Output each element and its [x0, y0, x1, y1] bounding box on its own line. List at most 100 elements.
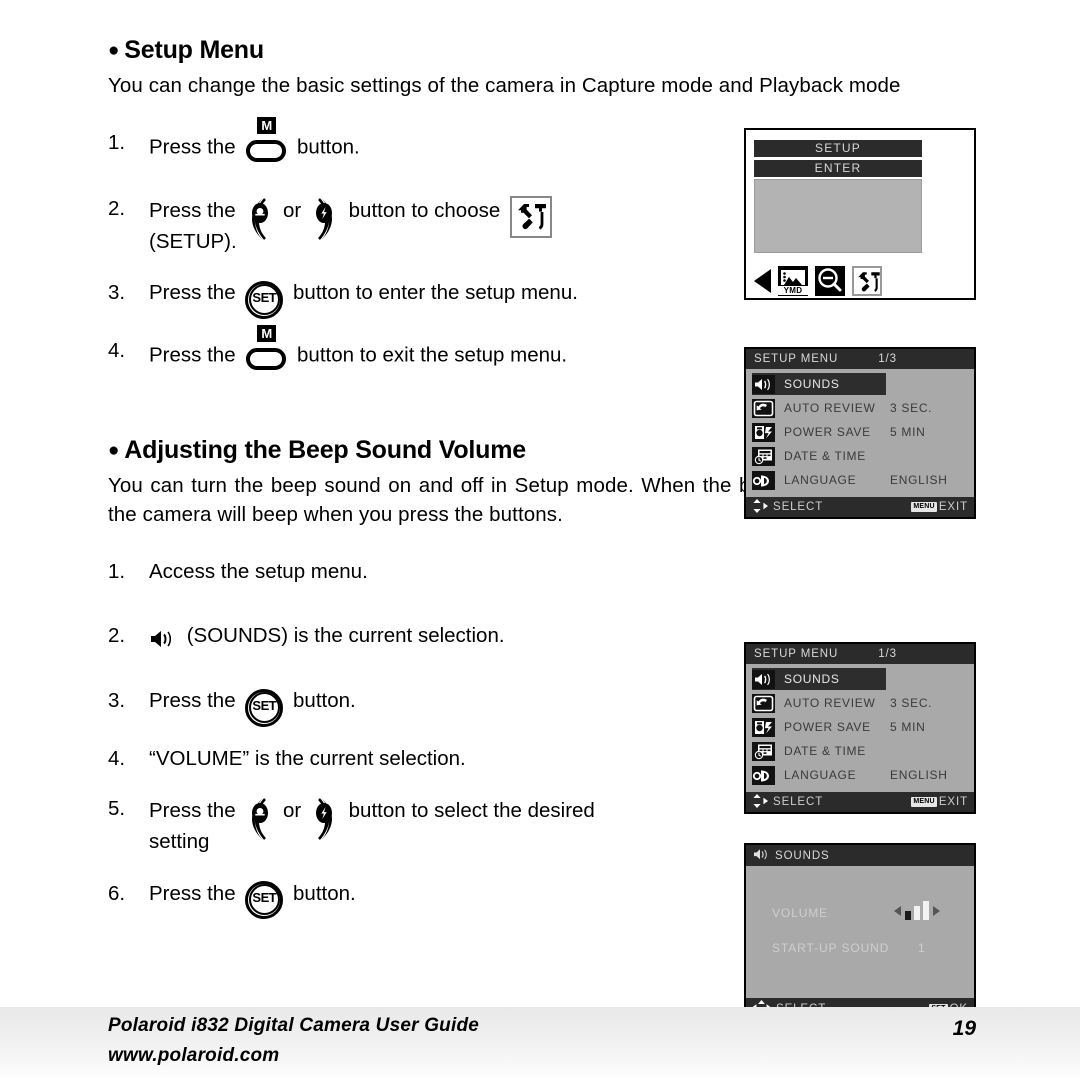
setup-dialog-body: [754, 179, 922, 253]
menu-item-label: SOUNDS: [784, 672, 840, 686]
footer-url: www.polaroid.com: [108, 1045, 280, 1066]
startup-sound-label: START-UP SOUND: [772, 941, 890, 955]
select-label: SELECT: [773, 501, 824, 513]
step-text-post: button to choose: [348, 198, 501, 222]
updown-right-arrows-icon: [752, 498, 768, 516]
setup-menu-list: SOUNDS AUTO REVIEW 3 SEC. POWER SAVE 5 M…: [746, 664, 974, 792]
menu-item-date-time[interactable]: DATE & TIME: [746, 739, 974, 763]
menu-item-auto-review[interactable]: AUTO REVIEW 3 SEC.: [746, 396, 974, 420]
menu-item-power-save[interactable]: POWER SAVE 5 MIN: [746, 420, 974, 444]
exit-label: EXIT: [938, 796, 968, 808]
volume-decrease-arrow-icon[interactable]: [894, 906, 901, 916]
set-button-icon: SET: [245, 688, 284, 727]
setup-dialog-enter: ENTER: [754, 160, 922, 177]
menu-item-label: DATE & TIME: [784, 744, 866, 758]
menu-item-sounds[interactable]: SOUNDS: [746, 667, 974, 691]
date-time-icon: [752, 741, 775, 761]
volume-bar-2: [914, 906, 920, 920]
select-hint: SELECT: [752, 498, 824, 516]
exit-hint: MENU EXIT: [911, 501, 968, 513]
setup-menu-heading-text: Setup Menu: [124, 36, 264, 64]
volume-level-bars: [905, 901, 929, 920]
power-save-icon: [752, 717, 775, 737]
volume-increase-arrow-icon[interactable]: [933, 906, 940, 916]
select-label: SELECT: [773, 796, 824, 808]
manual-page: ● Setup Menu You can change the basic set…: [0, 0, 1080, 1080]
volume-stepper[interactable]: [894, 900, 940, 920]
page-number: 19: [952, 1017, 976, 1040]
step-number: 1.: [108, 130, 126, 154]
set-button-icon: SET: [245, 881, 284, 920]
lcd-screenshot-sounds: SOUNDS VOLUME START-UP SOUND 1: [744, 843, 976, 1021]
left-arrow-icon[interactable]: [754, 269, 771, 293]
sounds-body: VOLUME START-UP SOUND 1: [746, 866, 974, 998]
setup-enter-dialog: SETUP ENTER: [754, 140, 922, 256]
step-number: 6.: [108, 881, 126, 905]
step-text-pre: Press the: [149, 688, 236, 712]
menu-item-label: POWER SAVE: [784, 720, 871, 734]
step-text-pre: Press the: [149, 281, 236, 305]
macro-left-rocker-button-icon: [243, 196, 275, 242]
sounds-title: SOUNDS: [775, 849, 830, 862]
auto-review-icon: [752, 693, 775, 713]
menu-item-language[interactable]: LANGUAGE ENGLISH: [746, 468, 974, 492]
zoom-out-icon[interactable]: [815, 266, 845, 296]
page-title: ● Setup Menu: [108, 36, 980, 65]
select-hint: SELECT: [752, 793, 824, 811]
wrench-setup-icon[interactable]: [852, 266, 882, 296]
setup-menu-title-bar: SETUP MENU 1/3: [746, 644, 974, 664]
step-text-pre: Press the: [149, 343, 236, 367]
menu-item-label: AUTO REVIEW: [784, 401, 876, 415]
setup-menu-title: SETUP MENU: [754, 648, 839, 660]
menu-item-value: ENGLISH: [890, 768, 948, 782]
language-icon: [752, 470, 775, 490]
setup-menu-title-bar: SETUP MENU 1/3: [746, 349, 974, 369]
menu-badge: MENU: [911, 502, 937, 512]
setup-menu-title: SETUP MENU: [754, 353, 839, 365]
setup-menu-page-indicator: 1/3: [878, 353, 897, 365]
volume-label: VOLUME: [772, 906, 829, 920]
volume-bar-1: [905, 911, 911, 920]
menu-item-date-time[interactable]: DATE & TIME: [746, 444, 974, 468]
setup-menu-list: SOUNDS AUTO REVIEW 3 SEC. POWER SAVE 5 M…: [746, 369, 974, 497]
menu-item-label: LANGUAGE: [784, 768, 857, 782]
step-text-post: button to exit the setup menu.: [297, 343, 568, 367]
lcd-screenshot-setup-menu-bottom: SETUP MENU 1/3 SOUNDS AUTO REVIEW 3 SEC.…: [744, 642, 976, 814]
setup-dialog-title: SETUP: [754, 140, 922, 157]
power-save-icon: [752, 422, 775, 442]
exit-hint: MENU EXIT: [911, 796, 968, 808]
menu-item-label: DATE & TIME: [784, 449, 866, 463]
menu-item-power-save[interactable]: POWER SAVE 5 MIN: [746, 715, 974, 739]
step-text-mid: or: [283, 198, 302, 222]
bullet-glyph: ●: [108, 40, 120, 61]
menu-item-value: 3 SEC.: [890, 401, 933, 415]
menu-item-auto-review[interactable]: AUTO REVIEW 3 SEC.: [746, 691, 974, 715]
setup-menu-footer: SELECT MENU EXIT: [746, 792, 974, 812]
step-number: 2.: [108, 624, 126, 648]
ymd-label: YMD: [778, 286, 808, 295]
step-text-pre: Press the: [149, 881, 236, 905]
menu-item-language[interactable]: LANGUAGE ENGLISH: [746, 763, 974, 787]
menu-badge: MENU: [911, 797, 937, 807]
speaker-icon: [754, 848, 769, 864]
menu-item-label: LANGUAGE: [784, 473, 857, 487]
updown-right-arrows-icon: [752, 793, 768, 811]
step-text-post: button.: [297, 135, 360, 159]
mode-m-button-icon: M: [246, 116, 287, 170]
macro-left-rocker-button-icon: [243, 796, 275, 842]
step-number: 2.: [108, 196, 126, 220]
date-time-icon: [752, 446, 775, 466]
step-text-post: button.: [293, 688, 356, 712]
beep-volume-heading-text: Adjusting the Beep Sound Volume: [124, 435, 526, 464]
menu-item-label: AUTO REVIEW: [784, 696, 876, 710]
volume-bar-3: [923, 901, 929, 920]
startup-sound-value: 1: [918, 941, 925, 955]
menu-item-value: 5 MIN: [890, 720, 926, 734]
step-number: 4.: [108, 338, 126, 362]
menu-item-sounds[interactable]: SOUNDS: [746, 372, 974, 396]
speaker-icon: [752, 669, 775, 689]
ymd-picture-icon[interactable]: YMD: [778, 266, 808, 296]
step-text: Access the setup menu.: [149, 559, 368, 583]
language-icon: [752, 765, 775, 785]
flash-right-rocker-button-icon: [309, 796, 341, 842]
